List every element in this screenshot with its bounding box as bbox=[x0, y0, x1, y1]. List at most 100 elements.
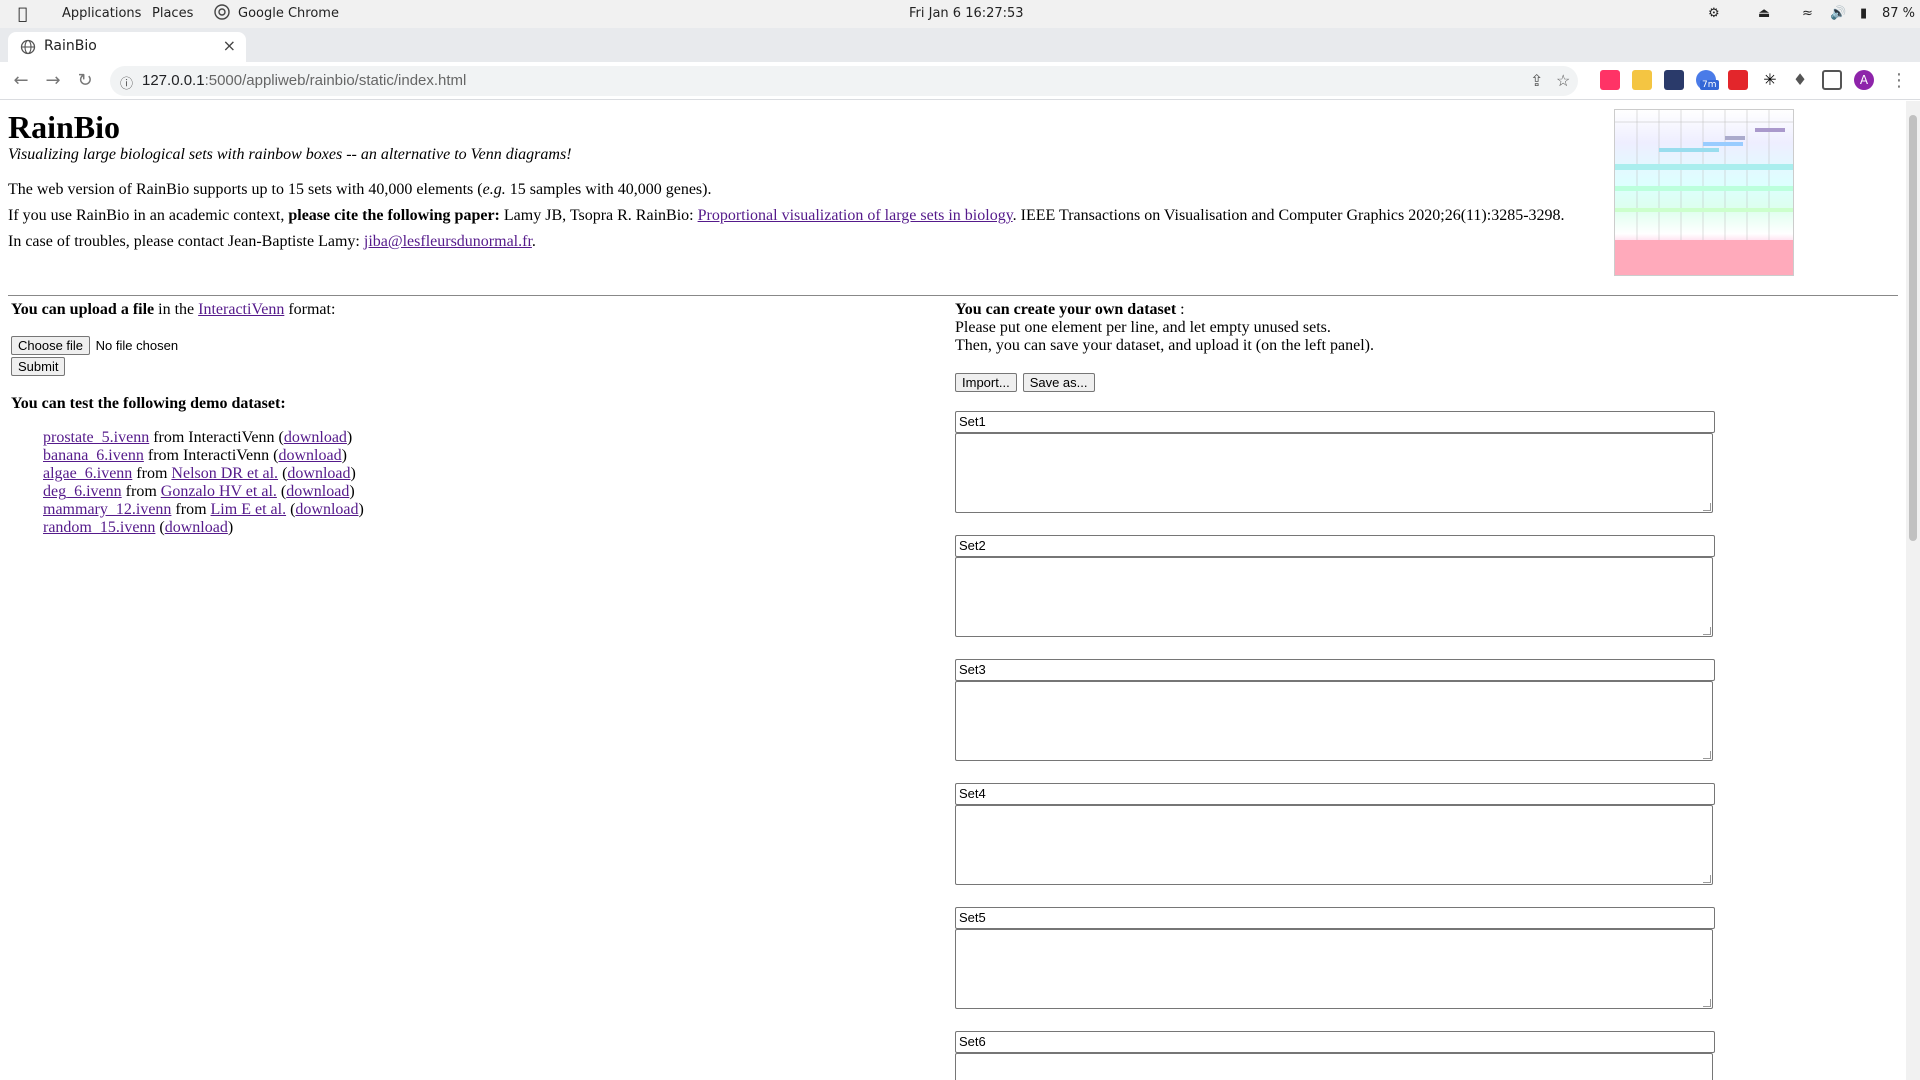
resize-grip-icon[interactable] bbox=[1703, 875, 1711, 883]
contact-paragraph: In case of troubles, please contact Jean… bbox=[8, 233, 536, 250]
extension-photo-icon[interactable] bbox=[1664, 70, 1684, 90]
tab-title: RainBio bbox=[44, 38, 97, 54]
download-link[interactable]: download bbox=[165, 519, 228, 536]
eject-icon[interactable]: ⏏ bbox=[1758, 0, 1770, 28]
extensions-tray-icon[interactable]: ⚙ bbox=[1708, 0, 1720, 28]
set6-elements-textarea[interactable] bbox=[955, 1053, 1713, 1080]
system-top-bar:  Applications Places Google Chrome Fri … bbox=[0, 0, 1920, 28]
import-button[interactable]: Import... bbox=[955, 373, 1017, 392]
page-subtitle: Visualizing large biological sets with r… bbox=[8, 146, 572, 163]
forward-icon[interactable]: → bbox=[40, 68, 66, 94]
applications-menu[interactable]: Applications bbox=[62, 0, 141, 28]
tab-rainbio[interactable]: RainBio × bbox=[8, 32, 246, 62]
resize-grip-icon[interactable] bbox=[1703, 627, 1711, 635]
download-link[interactable]: download bbox=[278, 447, 341, 464]
places-menu[interactable]: Places bbox=[152, 0, 193, 28]
create-instructions-1: Please put one element per line, and let… bbox=[955, 319, 1331, 336]
extensions-puzzle-icon[interactable]: ♦ bbox=[1790, 70, 1810, 90]
capacity-paragraph: The web version of RainBio supports up t… bbox=[8, 181, 712, 198]
url-text: 127.0.0.1:5000/appliweb/rainbio/static/i… bbox=[142, 72, 467, 89]
extension-yellow-icon[interactable] bbox=[1632, 70, 1652, 90]
citation-paragraph: If you use RainBio in an academic contex… bbox=[8, 207, 1565, 224]
demo-file-link[interactable]: random_15.ivenn bbox=[43, 519, 155, 536]
set6-name-input[interactable]: Set6 bbox=[955, 1031, 1715, 1053]
list-item: random_15.ivenn (download) bbox=[43, 519, 234, 536]
youtube-extension-icon[interactable] bbox=[1728, 70, 1748, 90]
source-link[interactable]: Nelson DR et al. bbox=[171, 465, 278, 482]
set3-name-input[interactable]: Set3 bbox=[955, 659, 1715, 681]
demo-file-link[interactable]: mammary_12.ivenn bbox=[43, 501, 171, 518]
active-app-name[interactable]: Google Chrome bbox=[238, 0, 339, 28]
kebab-menu-icon[interactable]: ⋮ bbox=[1886, 68, 1912, 94]
no-file-label: No file chosen bbox=[95, 338, 179, 353]
create-instructions-2: Then, you can save your dataset, and upl… bbox=[955, 337, 1374, 354]
paper-link[interactable]: Proportional visualization of large sets… bbox=[698, 207, 1013, 224]
set5-name-input[interactable]: Set5 bbox=[955, 907, 1715, 929]
site-info-icon[interactable]: ⓘ bbox=[120, 73, 133, 92]
wifi-icon[interactable]: ≈ bbox=[1802, 0, 1813, 28]
scrollbar-thumb[interactable] bbox=[1909, 115, 1917, 541]
set1-name-input[interactable]: Set1 bbox=[955, 411, 1715, 433]
back-icon[interactable]: ← bbox=[8, 68, 34, 94]
upload-lead: You can upload a file in the InteractiVe… bbox=[11, 301, 336, 318]
save-as-button[interactable]: Save as... bbox=[1022, 373, 1095, 392]
set1-elements-textarea[interactable] bbox=[955, 433, 1713, 513]
submit-button[interactable]: Submit bbox=[11, 357, 66, 376]
download-link[interactable]: download bbox=[287, 465, 350, 482]
demo-file-link[interactable]: banana_6.ivenn bbox=[43, 447, 144, 464]
list-item: mammary_12.ivenn from Lim E et al. (down… bbox=[43, 501, 364, 518]
apple-icon[interactable]:  bbox=[18, 0, 28, 28]
tab-strip: RainBio × + ⌄ – ⧉ × bbox=[0, 28, 1920, 84]
extension-red-icon[interactable] bbox=[1600, 70, 1620, 90]
clock[interactable]: Fri Jan 6 16:27:53 bbox=[909, 0, 1024, 28]
page-scrollbar[interactable] bbox=[1906, 101, 1920, 1080]
set2-elements-textarea[interactable] bbox=[955, 557, 1713, 637]
battery-percent: 87 % bbox=[1882, 6, 1916, 21]
demo-list: prostate_5.ivenn from InteractiVenn (dow… bbox=[43, 429, 364, 537]
share-icon[interactable]: ⇪ bbox=[1530, 71, 1543, 91]
demo-file-link[interactable]: prostate_5.ivenn bbox=[43, 429, 149, 446]
extension-badge: 7m bbox=[1700, 80, 1719, 90]
set4-elements-textarea[interactable] bbox=[955, 805, 1713, 885]
source-link[interactable]: Lim E et al. bbox=[211, 501, 287, 518]
set5-elements-textarea[interactable] bbox=[955, 929, 1713, 1009]
download-link[interactable]: download bbox=[286, 483, 349, 500]
download-link[interactable]: download bbox=[284, 429, 347, 446]
list-item: prostate_5.ivenn from InteractiVenn (dow… bbox=[43, 429, 353, 446]
resize-grip-icon[interactable] bbox=[1703, 503, 1711, 511]
section-divider bbox=[8, 295, 1898, 296]
interactivenn-link[interactable]: InteractiVenn bbox=[198, 301, 284, 318]
demo-file-link[interactable]: deg_6.ivenn bbox=[43, 483, 122, 500]
chrome-app-icon bbox=[214, 0, 230, 28]
source-link[interactable]: Gonzalo HV et al. bbox=[161, 483, 277, 500]
page-title: RainBio bbox=[8, 109, 121, 145]
set4-name-input[interactable]: Set4 bbox=[955, 783, 1715, 805]
resize-grip-icon[interactable] bbox=[1703, 999, 1711, 1007]
side-panel-icon[interactable] bbox=[1822, 70, 1842, 90]
close-tab-icon[interactable]: × bbox=[223, 36, 236, 55]
reload-icon[interactable]: ↻ bbox=[72, 68, 98, 94]
list-item: banana_6.ivenn from InteractiVenn (downl… bbox=[43, 447, 347, 464]
download-link[interactable]: download bbox=[295, 501, 358, 518]
profile-avatar[interactable]: A bbox=[1854, 70, 1874, 90]
rainbow-boxes-preview-image bbox=[1614, 109, 1794, 276]
bookmark-star-icon[interactable]: ☆ bbox=[1556, 71, 1570, 91]
battery-icon[interactable]: ▮ bbox=[1860, 0, 1867, 28]
demo-heading: You can test the following demo dataset: bbox=[11, 395, 286, 412]
address-bar[interactable]: ⓘ 127.0.0.1:5000/appliweb/rainbio/static… bbox=[110, 66, 1578, 96]
extension-timer-icon[interactable]: 7m bbox=[1696, 70, 1719, 90]
list-item: algae_6.ivenn from Nelson DR et al. (dow… bbox=[43, 465, 356, 482]
extension-swirl-icon[interactable]: ✳ bbox=[1760, 70, 1780, 90]
globe-icon bbox=[20, 39, 36, 55]
choose-file-button[interactable]: Choose file bbox=[11, 336, 91, 355]
resize-grip-icon[interactable] bbox=[1703, 751, 1711, 759]
set3-elements-textarea[interactable] bbox=[955, 681, 1713, 761]
browser-toolbar: ← → ↻ ⓘ 127.0.0.1:5000/appliweb/rainbio/… bbox=[0, 62, 1920, 100]
demo-file-link[interactable]: algae_6.ivenn bbox=[43, 465, 132, 482]
create-heading: You can create your own dataset : bbox=[955, 301, 1185, 318]
file-input: Choose file No file chosen bbox=[11, 336, 178, 355]
volume-icon[interactable]: 🔊 bbox=[1830, 0, 1846, 28]
set2-name-input[interactable]: Set2 bbox=[955, 535, 1715, 557]
page-content: RainBio Visualizing large biological set… bbox=[0, 101, 1906, 1080]
email-link[interactable]: jiba@lesfleursdunormal.fr bbox=[364, 233, 532, 250]
